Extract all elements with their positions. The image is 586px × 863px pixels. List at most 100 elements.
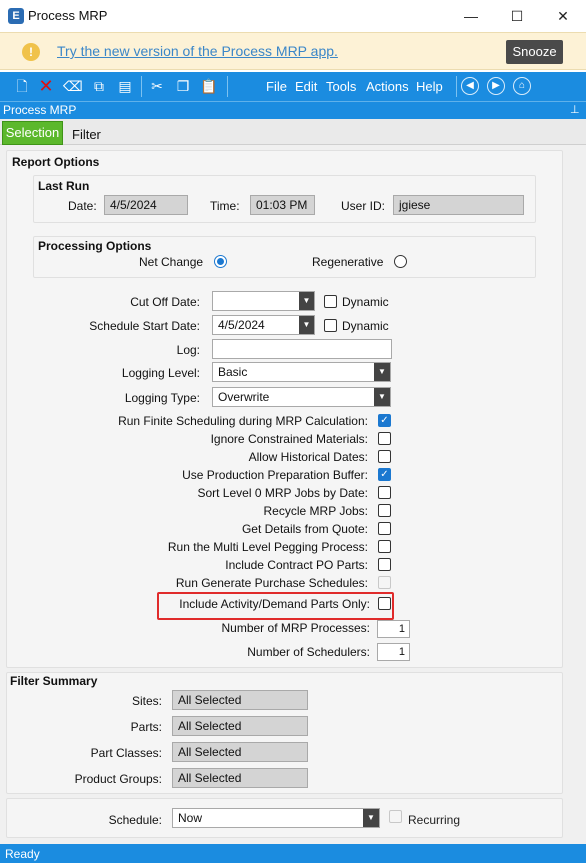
schedule-label: Schedule: [108,813,162,827]
menu-tools[interactable]: Tools [326,79,356,94]
multi-level-pegging-label: Run the Multi Level Pegging Process: [167,540,368,554]
cut-icon[interactable]: ✂ [148,77,166,95]
recurring-label: Recurring [408,813,461,827]
app-logo-icon: E [8,8,24,24]
paste-icon[interactable]: 📋 [200,77,218,95]
tab-filter[interactable]: Filter [72,127,101,142]
net-change-label: Net Change [139,255,204,269]
cut-off-dynamic-checkbox[interactable] [324,295,337,308]
regenerative-radio[interactable] [394,255,407,268]
tab-strip: Selection Filter [0,119,586,145]
recycle-mrp-jobs-checkbox[interactable] [378,504,391,517]
schedule-start-dynamic-label: Dynamic [342,319,389,333]
ignore-constrained-materials-label: Ignore Constrained Materials: [210,432,368,446]
chevron-down-icon[interactable]: ▼ [299,292,314,310]
maximize-icon[interactable]: ☐ [494,2,540,30]
warning-icon: ! [22,43,40,61]
status-text: Ready [5,847,40,861]
log-input[interactable] [212,339,392,359]
include-contract-po-parts-label: Include Contract PO Parts: [225,558,368,572]
delete-icon[interactable]: ✕ [37,77,55,95]
schedulers-input[interactable]: 1 [377,643,410,661]
new-version-banner: ! Try the new version of the Process MRP… [0,32,586,70]
print-preview-icon[interactable]: ▤ [116,77,134,95]
menu-edit[interactable]: Edit [295,79,317,94]
toolbar-divider [227,76,228,97]
get-details-from-quote-label: Get Details from Quote: [241,522,368,536]
last-run-title: Last Run [38,179,90,193]
last-run-date-field: 4/5/2024 [104,195,188,215]
ignore-constrained-materials-checkbox[interactable] [378,432,391,445]
schedule-start-date-label: Schedule Start Date: [89,319,200,333]
allow-historical-dates-checkbox[interactable] [378,450,391,463]
highlight-box [157,592,394,620]
regenerative-label: Regenerative [312,255,384,269]
close-icon[interactable]: ✕ [540,2,586,30]
filter-summary-title: Filter Summary [10,674,98,688]
report-options-title: Report Options [12,155,100,169]
minimize-icon[interactable]: — [448,2,494,30]
run-finite-scheduling-checkbox[interactable]: ✓ [378,414,391,427]
time-label: Time: [210,199,240,213]
run-finite-scheduling-label: Run Finite Scheduling during MRP Calcula… [118,414,368,428]
menu-actions[interactable]: Actions [366,79,409,94]
status-bar: Ready [0,844,586,863]
new-document-icon[interactable]: 🗋 [13,77,31,95]
attachment-icon[interactable]: ⧉ [90,77,108,95]
menu-file[interactable]: File [266,79,287,94]
recycle-mrp-jobs-label: Recycle MRP Jobs: [263,504,368,518]
window-title: Process MRP [28,8,108,23]
pin-icon[interactable]: ⊥ [570,103,580,116]
allow-historical-dates-label: Allow Historical Dates: [248,450,368,464]
menu-help[interactable]: Help [416,79,443,94]
cut-off-date-label: Cut Off Date: [130,295,200,309]
parts-field: All Selected [172,716,308,736]
mrp-processes-input[interactable]: 1 [377,620,410,638]
sites-label: Sites: [131,694,162,708]
user-id-label: User ID: [341,199,386,213]
logging-level-label: Logging Level: [121,366,200,380]
panel-header: Process MRP ⊥ [0,101,586,119]
back-icon[interactable]: ◀ [461,77,479,95]
snooze-button[interactable]: Snooze [506,40,563,64]
generate-purchase-schedules-checkbox [378,576,391,589]
toolbar-divider [141,76,142,97]
last-run-user-field: jgiese [393,195,524,215]
part-classes-field: All Selected [172,742,308,762]
title-bar: E Process MRP — ☐ ✕ [0,0,586,32]
home-icon[interactable]: ⌂ [513,77,531,95]
sort-level0-jobs-checkbox[interactable] [378,486,391,499]
eraser-icon[interactable]: ⌫ [63,77,83,95]
new-version-link[interactable]: Try the new version of the Process MRP a… [57,43,338,59]
parts-label: Parts: [130,720,162,734]
generate-purchase-schedules-label: Run Generate Purchase Schedules: [175,576,368,590]
schedule-select[interactable]: Now [172,808,380,828]
log-label: Log: [176,343,200,357]
net-change-radio[interactable] [214,255,227,268]
part-classes-label: Part Classes: [90,746,162,760]
get-details-from-quote-checkbox[interactable] [378,522,391,535]
product-groups-field: All Selected [172,768,308,788]
processing-options-title: Processing Options [38,239,152,253]
toolbar-divider [456,76,457,97]
toolbar: 🗋 ✕ ⌫ ⧉ ▤ ✂ ❐ 📋 File Edit Tools Actions … [0,72,586,101]
multi-level-pegging-checkbox[interactable] [378,540,391,553]
tab-selection[interactable]: Selection [2,121,63,145]
chevron-down-icon[interactable]: ▼ [363,809,379,827]
chevron-down-icon[interactable]: ▼ [374,388,390,406]
logging-level-select[interactable]: Basic [212,362,391,382]
product-groups-label: Product Groups: [74,772,162,786]
copy-icon[interactable]: ❐ [174,77,192,95]
forward-icon[interactable]: ▶ [487,77,505,95]
chevron-down-icon[interactable]: ▼ [374,363,390,381]
cut-off-dynamic-label: Dynamic [342,295,389,309]
recurring-checkbox [389,810,402,823]
sort-level0-jobs-label: Sort Level 0 MRP Jobs by Date: [197,486,368,500]
last-run-time-field: 01:03 PM [250,195,315,215]
use-production-buffer-checkbox[interactable]: ✓ [378,468,391,481]
logging-type-select[interactable]: Overwrite [212,387,391,407]
schedulers-label: Number of Schedulers: [247,645,370,659]
include-contract-po-parts-checkbox[interactable] [378,558,391,571]
chevron-down-icon[interactable]: ▼ [299,316,314,334]
schedule-start-dynamic-checkbox[interactable] [324,319,337,332]
